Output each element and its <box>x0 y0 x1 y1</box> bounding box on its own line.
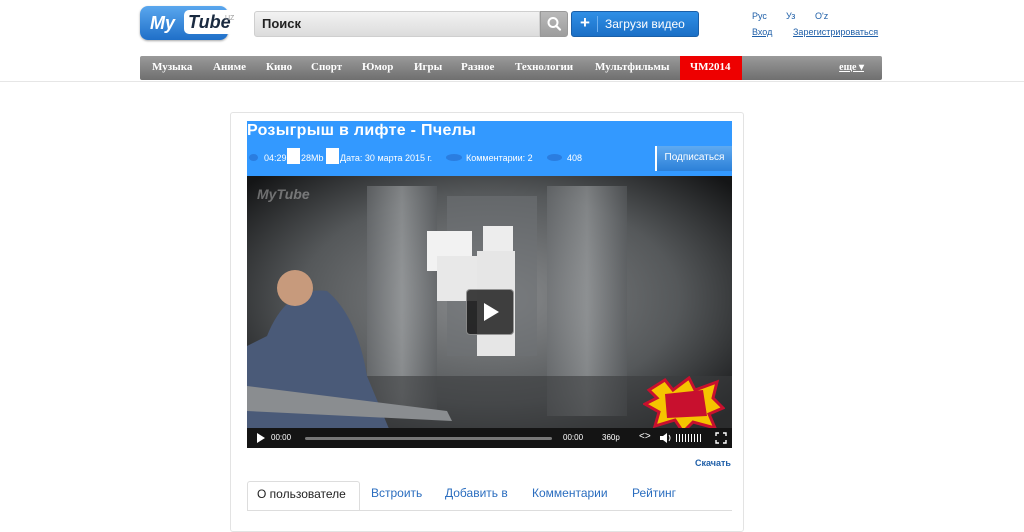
video-date: Дата: 30 марта 2015 г. <box>340 153 433 163</box>
nav-item-wc2014-label: ЧМ2014 <box>690 61 731 73</box>
upload-video-button[interactable]: + Загрузи видео <box>571 11 699 37</box>
video-size: 28Mb <box>301 153 324 163</box>
mytube-logo[interactable]: My Tube UZ <box>140 6 235 42</box>
player-current-time: 00:00 <box>271 433 292 442</box>
upload-label: Загрузи видео <box>605 17 685 31</box>
embed-code-icon[interactable]: <> <box>639 431 651 442</box>
nav-item-sport[interactable]: Спорт <box>311 61 342 73</box>
category-nav: Музыка Аниме Кино Спорт Юмор Игры Разное… <box>140 56 882 80</box>
tab-about-user[interactable]: О пользователе <box>247 481 360 511</box>
nav-item-music[interactable]: Музыка <box>152 61 192 73</box>
quality-selector[interactable]: 360p <box>602 433 620 442</box>
video-duration: 04:29 <box>264 153 287 163</box>
logo-tube: Tube <box>184 10 235 34</box>
volume-icon[interactable] <box>660 433 672 443</box>
search-input[interactable]: Поиск <box>254 11 540 37</box>
tabs-divider <box>247 510 732 511</box>
lang-ru[interactable]: Рус <box>752 11 767 21</box>
chevron-down-icon: ▾ <box>858 62 864 73</box>
fullscreen-icon[interactable] <box>715 432 727 444</box>
boom-logo <box>643 376 725 432</box>
lang-uz-cyrillic[interactable]: Уз <box>786 11 795 21</box>
clock-icon <box>249 154 258 161</box>
progress-bar[interactable] <box>305 437 552 440</box>
nav-item-tech[interactable]: Технологии <box>515 61 573 73</box>
tab-comments[interactable]: Комментарии <box>532 481 608 511</box>
download-link[interactable]: Скачать <box>695 458 731 468</box>
nav-item-cinema[interactable]: Кино <box>266 61 292 73</box>
plus-icon: + <box>580 13 590 32</box>
volume-slider[interactable] <box>676 434 703 442</box>
nav-item-humor[interactable]: Юмор <box>362 61 393 73</box>
nav-item-games[interactable]: Игры <box>414 61 442 73</box>
upload-separator <box>597 16 598 32</box>
video-comments-count[interactable]: Комментарии: 2 <box>466 153 533 163</box>
player-total-time: 00:00 <box>563 433 584 442</box>
tab-rating[interactable]: Рейтинг <box>632 481 676 511</box>
video-title: Розыгрыш в лифте - Пчелы <box>247 122 477 139</box>
tab-add-to[interactable]: Добавить в <box>445 481 508 511</box>
search-button[interactable] <box>540 11 568 37</box>
nav-item-wc2014[interactable]: ЧМ2014 <box>680 56 742 80</box>
lang-uz-latin[interactable]: O'z <box>815 11 828 21</box>
nav-item-anime[interactable]: Аниме <box>213 61 246 73</box>
video-views-count: 408 <box>567 153 583 163</box>
video-player[interactable]: MyTube <box>247 176 732 448</box>
nav-item-cartoons[interactable]: Мультфильмы <box>595 61 669 73</box>
register-link[interactable]: Зарегистрироваться <box>793 27 878 37</box>
video-watermark: MyTube <box>257 186 310 202</box>
logo-my: My <box>150 13 176 33</box>
play-small-icon[interactable] <box>256 433 266 443</box>
header-divider <box>0 81 1024 82</box>
subscribe-button[interactable]: Подписаться <box>655 146 732 171</box>
search-icon <box>547 17 562 31</box>
comment-icon <box>446 154 462 161</box>
eye-icon <box>547 154 562 161</box>
login-link[interactable]: Вход <box>752 27 772 37</box>
nav-more-dropdown[interactable]: еще ▾ <box>839 62 864 73</box>
logo-suffix: UZ <box>225 15 235 22</box>
file-icon <box>287 148 300 164</box>
tab-embed[interactable]: Встроить <box>371 481 422 511</box>
player-controls: 00:00 00:00 360p <> <box>247 428 732 448</box>
header: My Tube UZ Поиск + Загрузи видео Рус Уз … <box>0 0 1024 82</box>
calendar-icon <box>326 148 339 164</box>
play-icon <box>484 303 499 321</box>
nav-item-misc[interactable]: Разное <box>461 61 494 73</box>
nav-more-label: еще <box>839 62 857 73</box>
play-overlay-button[interactable] <box>466 289 514 335</box>
